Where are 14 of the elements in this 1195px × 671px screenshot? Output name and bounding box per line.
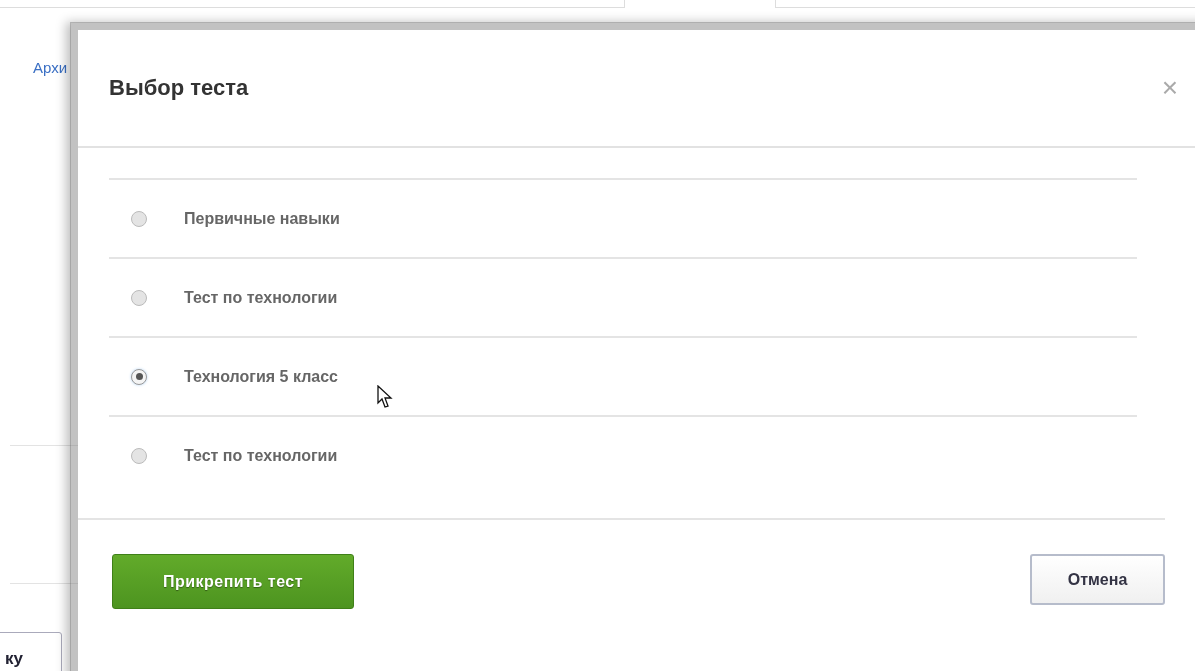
radio-button[interactable]	[131, 210, 147, 227]
option-label[interactable]: Первичные навыки	[184, 209, 340, 228]
radio-button[interactable]	[131, 447, 147, 464]
cursor-icon	[377, 385, 393, 409]
attach-test-button[interactable]: Прикрепить тест	[112, 554, 354, 609]
background-button[interactable]: ку	[0, 632, 62, 671]
cancel-button[interactable]: Отмена	[1030, 554, 1165, 605]
radio-button[interactable]	[131, 368, 147, 385]
dialog-title: Выбор теста	[109, 75, 249, 101]
option-label[interactable]: Тест по технологии	[184, 446, 338, 465]
option-label[interactable]: Тест по технологии	[184, 288, 338, 307]
archive-link[interactable]: Архи	[33, 59, 68, 76]
option-label[interactable]: Технология 5 класс	[184, 367, 338, 386]
radio-button[interactable]	[131, 289, 147, 306]
